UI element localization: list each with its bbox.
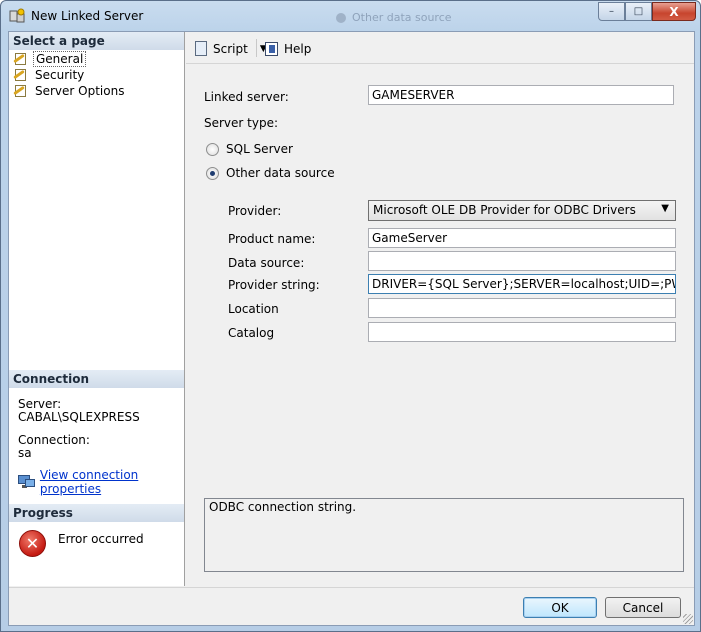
page-item-general[interactable]: General <box>13 51 87 67</box>
connection-value: sa <box>18 446 32 460</box>
dialog-window: New Linked Server Other data source – □ … <box>0 0 701 632</box>
title-bar[interactable]: New Linked Server Other data source – □ … <box>1 1 700 31</box>
error-icon: ✕ <box>19 530 46 557</box>
view-connection-properties[interactable]: View connection properties <box>18 468 184 496</box>
radio-button[interactable] <box>206 142 219 156</box>
dialog-client: Select a page General Security Server Op… <box>8 31 695 626</box>
progress-status: ✕ Error occurred <box>19 530 144 557</box>
provider-label: Provider: <box>228 204 282 218</box>
description-panel: ODBC connection string. <box>204 498 684 572</box>
page-wrench-icon <box>13 84 29 98</box>
progress-status-text: Error occurred <box>58 532 144 546</box>
catalog-input[interactable] <box>368 322 676 342</box>
maximize-button[interactable]: □ <box>625 2 652 21</box>
cancel-button[interactable]: Cancel <box>605 597 681 618</box>
right-pane: Script ▼ Help Linked server: GAMESERVER … <box>186 32 694 586</box>
background-hint-text: Other data source <box>352 11 452 24</box>
server-label: Server: <box>18 397 62 411</box>
page-wrench-icon <box>13 68 29 82</box>
window-controls: – □ X <box>598 2 696 22</box>
window-title: New Linked Server <box>31 9 144 23</box>
product-name-input[interactable]: GameServer <box>368 228 676 248</box>
linked-server-icon <box>9 8 25 24</box>
sql-server-radio[interactable]: SQL Server <box>206 142 293 156</box>
sql-server-radio-label: SQL Server <box>226 142 293 156</box>
left-pane: Select a page General Security Server Op… <box>9 32 185 586</box>
help-button[interactable]: Help <box>265 41 311 57</box>
location-label: Location <box>228 302 279 316</box>
help-label: Help <box>284 42 312 56</box>
script-label: Script <box>213 42 248 56</box>
page-item-label: Server Options <box>35 84 125 98</box>
data-source-input[interactable] <box>368 251 676 271</box>
resize-grip[interactable] <box>683 614 693 624</box>
page-item-label: Security <box>35 68 85 82</box>
product-name-label: Product name: <box>228 232 316 246</box>
background-hint: Other data source <box>336 11 486 25</box>
provider-string-input[interactable]: DRIVER={SQL Server};SERVER=localhost;UID… <box>368 274 676 294</box>
help-icon <box>265 41 279 57</box>
page-wrench-icon <box>13 52 29 66</box>
provider-select[interactable]: Microsoft OLE DB Provider for ODBC Drive… <box>368 200 676 221</box>
server-value: CABAL\SQLEXPRESS <box>18 410 140 424</box>
provider-select-value: Microsoft OLE DB Provider for ODBC Drive… <box>373 203 636 217</box>
linked-server-label: Linked server: <box>204 90 289 104</box>
toolbar-separator <box>256 39 257 57</box>
script-icon <box>194 41 208 57</box>
catalog-label: Catalog <box>228 326 275 340</box>
page-item-security[interactable]: Security <box>13 67 86 83</box>
progress-header: Progress <box>9 504 184 522</box>
dialog-footer: OK Cancel <box>9 587 694 625</box>
page-item-server-options[interactable]: Server Options <box>13 83 126 99</box>
data-source-label: Data source: <box>228 256 305 270</box>
close-button[interactable]: X <box>652 2 696 21</box>
server-type-label: Server type: <box>204 116 279 130</box>
view-connection-properties-link[interactable]: View connection properties <box>40 468 184 496</box>
minimize-button[interactable]: – <box>598 2 625 21</box>
connection-header: Connection <box>9 370 184 388</box>
provider-string-label: Provider string: <box>228 278 320 292</box>
other-data-source-radio-label: Other data source <box>226 166 335 180</box>
other-data-source-radio[interactable]: Other data source <box>206 166 335 180</box>
chevron-down-icon: ▼ <box>661 203 669 214</box>
connection-label: Connection: <box>18 433 90 447</box>
radio-button-checked[interactable] <box>206 166 219 180</box>
linked-server-input[interactable]: GAMESERVER <box>368 85 674 105</box>
ok-button[interactable]: OK <box>523 597 597 618</box>
page-item-label: General <box>33 51 87 67</box>
select-page-header: Select a page <box>9 32 184 50</box>
location-input[interactable] <box>368 298 676 318</box>
toolbar: Script ▼ Help <box>186 32 694 64</box>
connection-properties-icon <box>18 474 35 490</box>
